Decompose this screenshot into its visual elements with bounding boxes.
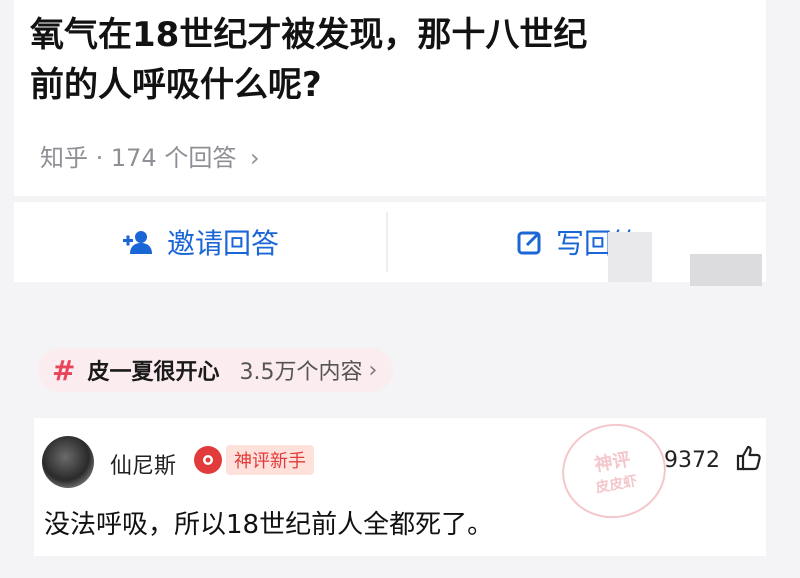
topic-count: 3.5万个内容 bbox=[239, 360, 363, 385]
person-add-icon bbox=[122, 231, 152, 254]
question-line-2: 前的人呼吸什么呢? bbox=[30, 65, 322, 105]
watermark-stamp: 神评 皮皮虾 bbox=[554, 415, 674, 527]
thumbs-up-icon[interactable] bbox=[734, 444, 762, 472]
badge-icon bbox=[194, 446, 222, 474]
invite-answer-button[interactable]: 邀请回答 bbox=[14, 202, 386, 282]
source-label: 知乎 bbox=[40, 144, 88, 172]
badge-label: 神评新手 bbox=[226, 445, 314, 475]
action-bar: 邀请回答 写回答 bbox=[14, 202, 766, 282]
answer-count: 174 个回答 bbox=[110, 144, 237, 172]
edit-icon bbox=[517, 231, 541, 255]
comment-text: 没法呼吸，所以18世纪前人全都死了。 bbox=[44, 510, 494, 540]
question-meta[interactable]: 知乎 · 174 个回答 › bbox=[40, 138, 260, 173]
comment-card: 仙尼斯 神评新手 神评 皮皮虾 9372 没法呼吸，所以18世纪前人全都死了。 bbox=[34, 415, 766, 556]
avatar[interactable] bbox=[42, 436, 94, 488]
hashtag-icon: # bbox=[52, 353, 76, 387]
meta-separator: · bbox=[88, 144, 111, 172]
question-title[interactable]: 氧气在18世纪才被发现，那十八世纪 前的人呼吸什么呢? bbox=[30, 10, 730, 110]
username[interactable]: 仙尼斯 bbox=[110, 448, 176, 480]
pixelation-block bbox=[690, 254, 762, 286]
chevron-right-icon: › bbox=[368, 357, 378, 383]
like-count: 9372 bbox=[664, 448, 720, 473]
topic-chip[interactable]: # 皮一夏很开心 3.5万个内容 › bbox=[38, 348, 394, 392]
divider bbox=[386, 212, 388, 272]
pixelation-block bbox=[608, 232, 652, 282]
user-badge: 神评新手 bbox=[194, 444, 314, 476]
chevron-right-icon: › bbox=[249, 144, 260, 172]
invite-answer-label: 邀请回答 bbox=[166, 227, 279, 260]
question-line-1: 氧气在18世纪才被发现，那十八世纪 bbox=[30, 15, 588, 55]
topic-name: 皮一夏很开心 bbox=[87, 360, 220, 385]
